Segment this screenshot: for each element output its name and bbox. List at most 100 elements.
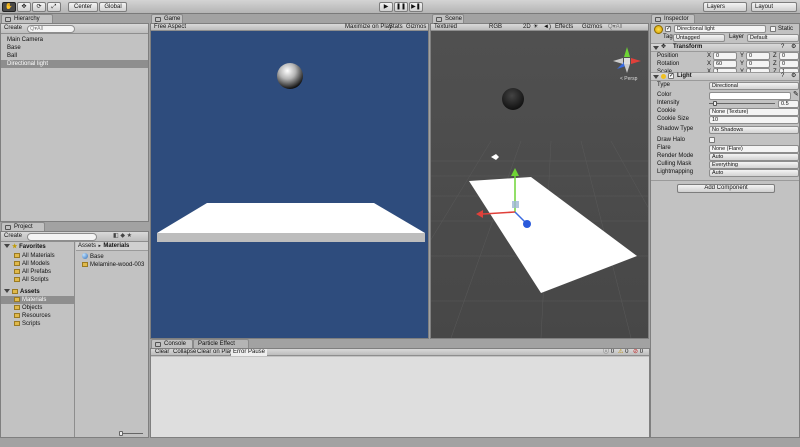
transform-settings-icon[interactable]: ⚙ bbox=[791, 44, 796, 51]
console-icon bbox=[155, 342, 161, 347]
rotate-tool-button[interactable]: ⟳ bbox=[32, 2, 46, 12]
asset-file-material[interactable]: Base bbox=[78, 253, 148, 261]
project-create-button[interactable]: Create bbox=[4, 232, 22, 241]
scale-tool-button[interactable]: ⤢ bbox=[47, 2, 61, 12]
favorite-item[interactable]: All Materials bbox=[1, 252, 74, 260]
scene-gizmos-dropdown[interactable]: Gizmos bbox=[582, 23, 602, 31]
tab-hierarchy[interactable]: Hierarchy bbox=[1, 14, 53, 23]
asset-folder[interactable]: Objects bbox=[1, 304, 74, 312]
breadcrumb-leaf[interactable]: Materials bbox=[103, 243, 129, 249]
lightmapping-dropdown[interactable]: Auto bbox=[709, 169, 799, 177]
favorite-item[interactable]: All Scripts bbox=[1, 276, 74, 284]
pause-button[interactable]: ❚❚ bbox=[394, 2, 408, 12]
rotation-z-field[interactable]: 0 bbox=[779, 60, 799, 68]
draw-halo-checkbox[interactable] bbox=[709, 137, 715, 143]
layer-dropdown[interactable]: Default bbox=[747, 34, 799, 42]
intensity-value-field[interactable]: 0.5 bbox=[778, 100, 799, 108]
console-collapse-button[interactable]: Collapse bbox=[173, 349, 196, 356]
tab-scene[interactable]: Scene bbox=[432, 14, 464, 23]
console-clear-on-play-button[interactable]: Clear on Play bbox=[197, 349, 233, 356]
assets-header[interactable]: Assets bbox=[1, 288, 74, 296]
favorite-item[interactable]: All Models bbox=[1, 260, 74, 268]
console-log-list[interactable] bbox=[151, 357, 649, 437]
space-global-button[interactable]: Global bbox=[99, 2, 127, 12]
transform-header[interactable]: ✥ Transform ? ⚙ bbox=[651, 43, 799, 52]
light-help-icon[interactable]: ? bbox=[781, 73, 784, 80]
icon-size-slider-thumb[interactable] bbox=[119, 431, 123, 436]
hierarchy-item[interactable]: Base bbox=[1, 44, 148, 52]
play-button[interactable]: ▶ bbox=[379, 2, 393, 12]
object-name-input[interactable]: Directional light bbox=[674, 25, 766, 33]
asset-folder-selected[interactable]: Materials bbox=[1, 296, 74, 304]
tab-inspector[interactable]: Inspector bbox=[651, 14, 695, 23]
tab-game[interactable]: Game bbox=[151, 14, 183, 23]
maximize-on-play-toggle[interactable]: Maximize on Play bbox=[345, 23, 392, 31]
light-color-field[interactable] bbox=[709, 92, 791, 100]
favorite-item[interactable]: All Prefabs bbox=[1, 268, 74, 276]
audio-toggle-icon[interactable]: ◄) bbox=[543, 23, 551, 31]
persp-label[interactable]: < Persp bbox=[620, 75, 637, 83]
culling-mask-dropdown[interactable]: Everything bbox=[709, 161, 799, 169]
object-active-checkbox[interactable]: ✓ bbox=[665, 26, 671, 32]
gizmos-toggle[interactable]: Gizmos bbox=[406, 23, 426, 31]
effects-dropdown[interactable]: Effects bbox=[555, 23, 573, 31]
step-button[interactable]: ▶❚ bbox=[409, 2, 423, 12]
console-warning-count[interactable]: ⚠ 0 bbox=[618, 349, 628, 356]
rotation-y-field[interactable]: 0 bbox=[746, 60, 770, 68]
hierarchy-item[interactable]: Ball bbox=[1, 52, 148, 60]
tab-project[interactable]: Project bbox=[1, 222, 45, 231]
scene-search-input[interactable]: Q▾All bbox=[608, 23, 622, 31]
eyedropper-icon[interactable]: ✎ bbox=[793, 90, 799, 98]
project-search-input[interactable] bbox=[27, 233, 97, 241]
project-filter-icons[interactable]: ◧ ◆ ★ bbox=[113, 232, 132, 241]
add-component-button[interactable]: Add Component bbox=[677, 184, 775, 193]
render-mode-dropdown[interactable]: RGB bbox=[489, 23, 502, 31]
shading-dropdown[interactable]: Textured bbox=[434, 23, 457, 31]
tab-project-label: Project bbox=[14, 224, 33, 230]
move-tool-button[interactable]: ✥ bbox=[17, 2, 31, 12]
stats-toggle[interactable]: Stats bbox=[389, 23, 403, 31]
breadcrumb-root[interactable]: Assets bbox=[78, 243, 96, 249]
asset-folder[interactable]: Resources bbox=[1, 312, 74, 320]
console-error-count[interactable]: ⊘ 0 bbox=[633, 349, 643, 356]
scene-viewport[interactable]: < Persp bbox=[431, 31, 648, 338]
asset-folder[interactable]: Scripts bbox=[1, 320, 74, 328]
tab-console[interactable]: Console bbox=[151, 339, 193, 348]
static-checkbox[interactable] bbox=[770, 26, 776, 32]
cookie-object-field[interactable]: None (Texture) bbox=[709, 108, 799, 116]
shadow-type-dropdown[interactable]: No Shadows bbox=[709, 126, 799, 134]
light-enabled-checkbox[interactable]: ✓ bbox=[668, 73, 674, 79]
cookie-size-field[interactable]: 10 bbox=[709, 116, 799, 124]
light-type-dropdown[interactable]: Directional bbox=[709, 82, 799, 90]
console-clear-button[interactable]: Clear bbox=[155, 349, 169, 356]
layers-dropdown[interactable]: Layers bbox=[703, 2, 747, 12]
hierarchy-item-selected[interactable]: Directional light bbox=[1, 60, 148, 68]
pivot-center-button[interactable]: Center bbox=[68, 2, 98, 12]
aspect-dropdown[interactable]: Free Aspect bbox=[154, 23, 186, 31]
rotation-x-field[interactable]: 60 bbox=[713, 60, 737, 68]
transform-help-icon[interactable]: ? bbox=[781, 44, 784, 51]
layout-dropdown[interactable]: Layout bbox=[751, 2, 797, 12]
lighting-toggle-icon[interactable]: ☀ bbox=[533, 23, 538, 31]
render-mode-dropdown[interactable]: Auto bbox=[709, 153, 799, 161]
hierarchy-item[interactable]: Main Camera bbox=[1, 36, 148, 44]
hierarchy-create-button[interactable]: Create bbox=[4, 24, 22, 33]
console-log-count[interactable]: ⓘ 0 bbox=[603, 349, 614, 356]
hand-tool-button[interactable]: ✋ bbox=[2, 2, 16, 12]
intensity-slider-thumb[interactable] bbox=[712, 101, 717, 106]
tab-particle-effect[interactable]: Particle Effect bbox=[193, 339, 249, 348]
favorites-header[interactable]: ★ Favorites bbox=[1, 243, 74, 251]
tag-dropdown[interactable]: Untagged bbox=[673, 34, 725, 42]
game-viewport[interactable] bbox=[151, 31, 428, 338]
flare-object-field[interactable]: None (Flare) bbox=[709, 145, 799, 153]
intensity-slider-track[interactable] bbox=[709, 103, 775, 104]
2d-toggle[interactable]: 2D bbox=[523, 23, 531, 31]
console-error-pause-button[interactable]: Error Pause bbox=[231, 349, 268, 356]
hierarchy-search-input[interactable]: Q▾All bbox=[27, 25, 75, 33]
position-z-field[interactable]: 0 bbox=[779, 52, 799, 60]
position-x-field[interactable]: 0 bbox=[713, 52, 737, 60]
asset-file-folder[interactable]: Melamine-wood-003 bbox=[78, 261, 148, 269]
light-settings-icon[interactable]: ⚙ bbox=[791, 73, 796, 80]
light-header[interactable]: ✓ Light ? ⚙ bbox=[651, 72, 799, 81]
position-y-field[interactable]: 0 bbox=[746, 52, 770, 60]
